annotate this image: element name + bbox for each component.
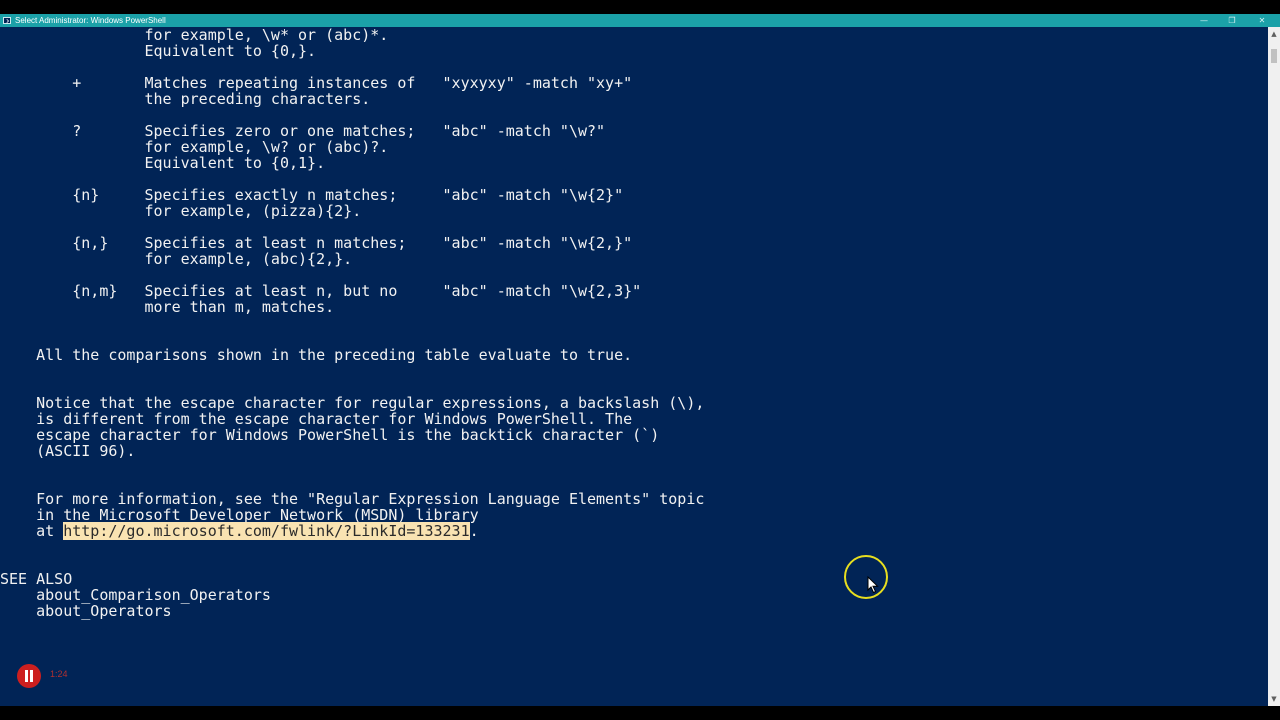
console-line: Notice that the escape character for reg… [0,394,705,412]
recording-timer: 1:24 [50,669,68,679]
console-line: about_Operators [0,602,172,620]
restore-button[interactable]: ❐ [1218,14,1246,27]
cursor-highlight-ring [844,555,888,599]
selected-url[interactable]: http://go.microsoft.com/fwlink/?LinkId=1… [63,522,470,540]
console-line: the preceding characters. [0,90,371,108]
console-line: {n} Specifies exactly n matches; "abc" -… [0,186,624,204]
console-line: escape character for Windows PowerShell … [0,426,660,444]
console-line: + Matches repeating instances of "xyxyxy… [0,74,633,92]
pause-icon [17,664,41,688]
console-line: Equivalent to {0,1}. [0,154,326,172]
console-line: ? Specifies zero or one matches; "abc" -… [0,122,606,140]
console-line: for example, \w? or (abc)?. [0,138,389,156]
console-line: for example, (pizza){2}. [0,202,362,220]
link-suffix: . [469,522,479,540]
minimize-button[interactable]: — [1190,14,1218,27]
console-line: about_Comparison_Operators [0,586,271,604]
scroll-up-arrow-icon[interactable]: ▲ [1268,27,1280,41]
mouse-pointer-icon [867,576,879,594]
console-line: All the comparisons shown in the precedi… [0,346,633,364]
recording-pause-button[interactable] [15,664,43,688]
screen-top-bar [0,0,1280,14]
console-line: for example, \w* or (abc)*. [0,27,389,44]
console-line: more than m, matches. [0,298,335,316]
window-title-bar[interactable]: Select Administrator: Windows PowerShell… [0,14,1280,27]
powershell-icon [3,17,11,24]
console-line: For more information, see the "Regular E… [0,490,705,508]
link-prefix: at [0,522,64,540]
vertical-scrollbar[interactable]: ▲ ▼ [1268,27,1280,706]
console-line: (ASCII 96). [0,442,136,460]
console-line: Equivalent to {0,}. [0,42,317,60]
console-line: is different from the escape character f… [0,410,633,428]
scrollbar-thumb[interactable] [1271,49,1277,63]
window-title: Select Administrator: Windows PowerShell [15,16,166,25]
close-button[interactable]: ✕ [1248,14,1276,27]
console-line: in the Microsoft Developer Network (MSDN… [0,506,479,524]
console-line: for example, (abc){2,}. [0,250,353,268]
scroll-down-arrow-icon[interactable]: ▼ [1268,692,1280,706]
pause-bar-right [30,670,33,682]
console-line: {n,} Specifies at least n matches; "abc"… [0,234,633,252]
console-output[interactable]: for example, \w* or (abc)*. Equivalent t… [0,27,1268,706]
console-line: {n,m} Specifies at least n, but no "abc"… [0,282,642,300]
screen-bottom-bar [0,706,1280,720]
console-line: SEE ALSO [0,570,73,588]
pause-bar-left [25,670,28,682]
console-link-line: at http://go.microsoft.com/fwlink/?LinkI… [0,522,704,540]
console-lines: for example, \w* or (abc)*. Equivalent t… [0,27,704,619]
